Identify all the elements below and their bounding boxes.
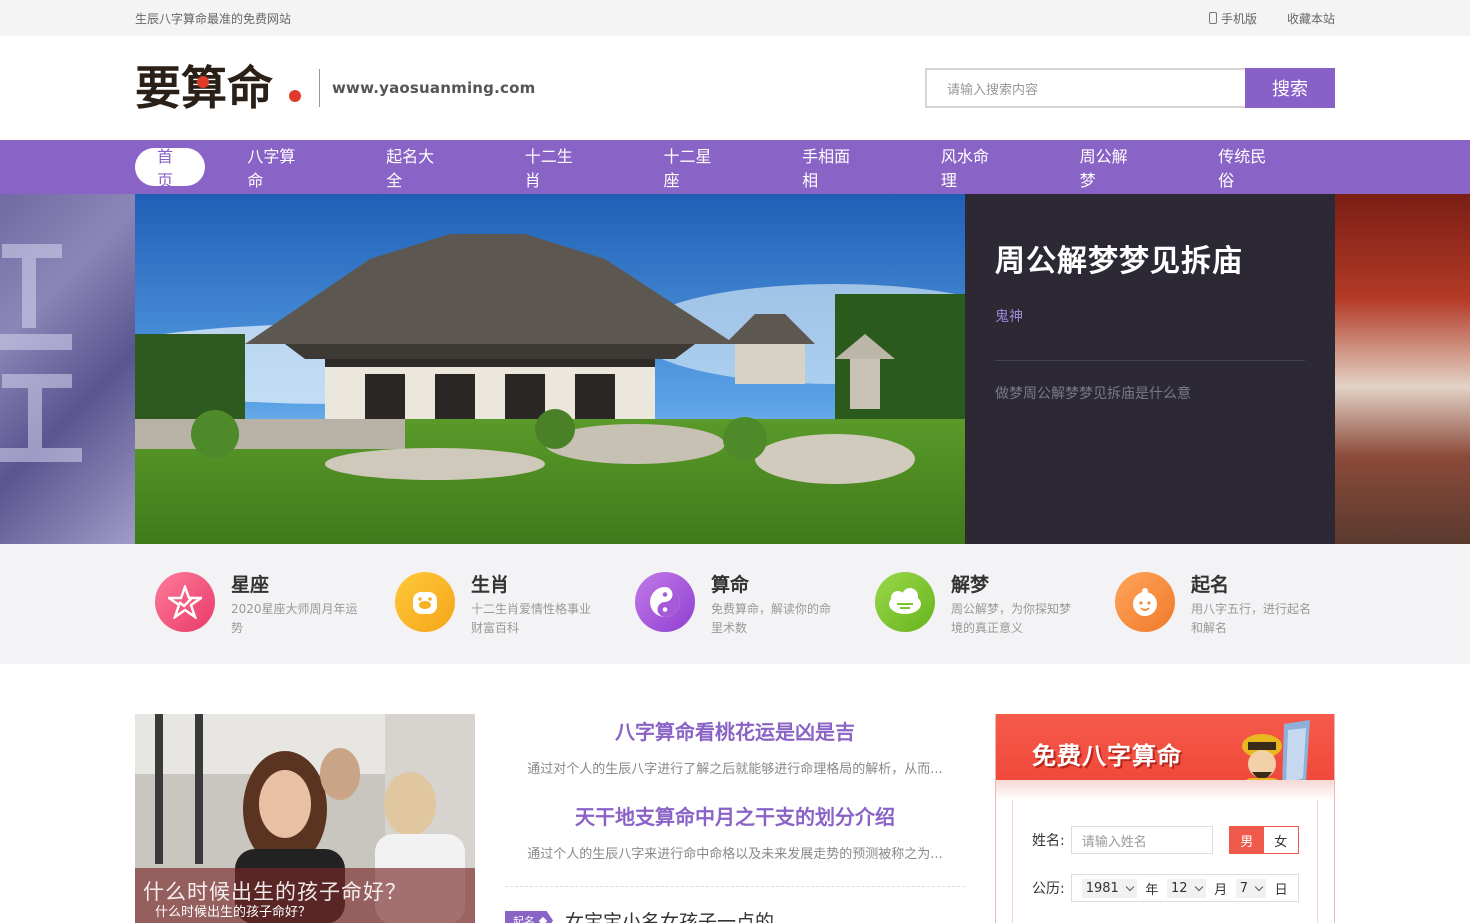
category-constellation[interactable]: 星座 2020星座大师周月年运势 <box>155 570 375 638</box>
banner-image[interactable] <box>135 194 965 544</box>
category-title: 算命 <box>711 574 750 596</box>
search-bar: 请输入搜索内容 搜索 <box>925 68 1335 108</box>
site-domain: www.yaosuanming.com <box>332 79 536 97</box>
article-list: 八字算命看桃花运是凶是吉 通过对个人的生辰八字进行了解之后就能够进行命理格局的解… <box>505 714 965 923</box>
svg-text:要算命: 要算命 <box>135 61 273 115</box>
category-desc: 2020星座大师周月年运势 <box>231 602 358 635</box>
category-title: 解梦 <box>951 574 990 596</box>
banner-author[interactable]: 鬼神 <box>995 306 1305 326</box>
day-unit: 日 <box>1274 882 1288 898</box>
nav-item-palmistry[interactable]: 手相面相 <box>780 147 877 190</box>
logo[interactable]: 要算命 www.yaosuanming.com <box>135 60 535 116</box>
year-unit: 年 <box>1145 882 1159 898</box>
star-icon <box>155 572 215 632</box>
chevron-down-icon <box>1194 882 1203 891</box>
feature-card[interactable]: 什么时候出生的孩子命好？ 什么时候出生的孩子命好？ <box>135 714 475 923</box>
logo-mark: 要算命 <box>135 61 301 115</box>
calligraphy-glyph-icon <box>0 244 82 462</box>
gender-toggle: 男 女 <box>1228 826 1299 854</box>
nav-item-bazi[interactable]: 八字算命 <box>225 147 322 190</box>
nav-item-home[interactable]: 首页 <box>135 147 206 190</box>
pig-icon <box>395 572 455 632</box>
year-select[interactable]: 1981 <box>1081 878 1137 898</box>
gender-male-button[interactable]: 男 <box>1229 827 1264 853</box>
article-item: 天干地支算命中月之干支的划分介绍 通过个人的生辰八字来进行命中命格以及未来发展走… <box>505 801 965 862</box>
day-select[interactable]: 7 <box>1235 878 1267 898</box>
banner-carousel: 周公解梦梦见拆庙 鬼神 做梦周公解梦梦见拆庙是什么意 <box>0 194 1470 544</box>
article-title[interactable]: 八字算命看桃花运是凶是吉 <box>505 716 965 745</box>
temple-photo <box>135 194 965 544</box>
yin-yang-icon <box>635 572 695 632</box>
nav-item-zodiac-animals[interactable]: 十二生肖 <box>503 147 600 190</box>
banner-divider <box>995 360 1305 361</box>
widget-header: 免费八字算命 <box>996 714 1334 808</box>
chevron-down-icon <box>1125 882 1135 891</box>
banner-info-panel: 周公解梦梦见拆庙 鬼神 做梦周公解梦梦见拆庙是什么意 <box>965 194 1335 544</box>
banner-description: 做梦周公解梦梦见拆庙是什么意 <box>995 386 1191 402</box>
widget-stripe <box>996 780 1334 800</box>
chevron-down-icon <box>1254 882 1264 891</box>
category-title: 起名 <box>1191 574 1230 596</box>
month-select[interactable]: 12 <box>1167 878 1206 898</box>
content-section: 什么时候出生的孩子命好？ 什么时候出生的孩子命好？ 八字算命看桃花运是凶是吉 通… <box>0 714 1470 923</box>
date-row: 公历: 1981 年 12 月 7 日 <box>1032 874 1299 902</box>
category-fortune[interactable]: 算命 免费算命，解读你的命里术数 <box>635 570 855 638</box>
name-row: 姓名: 请输入姓名 男 女 <box>1032 826 1299 854</box>
feature-caption[interactable]: 什么时候出生的孩子命好？ <box>155 901 311 920</box>
logo-divider <box>319 69 320 107</box>
category-title: 生肖 <box>471 574 510 596</box>
category-tag[interactable]: 起名 <box>505 910 553 923</box>
banner-prev-slide[interactable] <box>0 194 136 544</box>
banner-title[interactable]: 周公解梦梦见拆庙 <box>995 236 1305 280</box>
category-desc: 周公解梦，为你探知梦境的真正意义 <box>951 602 1072 635</box>
category-naming[interactable]: 起名 用八字五行，进行起名和解名 <box>1115 570 1335 638</box>
date-label: 公历: <box>1032 881 1065 897</box>
category-zodiac[interactable]: 生肖 十二生肖爱情性格事业财富百科 <box>395 570 615 638</box>
site-slogan: 生辰八字算命最准的免费网站 <box>135 11 292 26</box>
cloud-icon <box>875 572 935 632</box>
nav-item-naming[interactable]: 起名大全 <box>364 147 461 190</box>
month-unit: 月 <box>1214 882 1228 898</box>
article-desc: 通过对个人的生辰八字进行了解之后就能够进行命理格局的解析，从而... <box>527 762 943 777</box>
gender-female-button[interactable]: 女 <box>1263 827 1298 853</box>
main-nav: 首页 八字算命 起名大全 十二生肖 十二星座 手相面相 风水命理 周公解梦 传统… <box>0 140 1470 194</box>
date-picker: 1981 年 12 月 7 日 <box>1070 874 1299 902</box>
mobile-version-link[interactable]: 手机版 <box>1208 10 1257 27</box>
bookmark-link[interactable]: 收藏本站 <box>1287 10 1335 27</box>
article-desc: 通过个人的生辰八字来进行命中命格以及未来发展走势的预测被称之为... <box>527 847 943 862</box>
article-item: 八字算命看桃花运是凶是吉 通过对个人的生辰八字进行了解之后就能够进行命理格局的解… <box>505 716 965 777</box>
banner-next-slide[interactable] <box>1334 194 1470 544</box>
list-item-title[interactable]: 女宝宝小名女孩子一点的 <box>565 907 774 923</box>
baby-face-icon <box>1115 572 1175 632</box>
nav-item-folk-customs[interactable]: 传统民俗 <box>1196 147 1293 190</box>
list-item[interactable]: 起名 女宝宝小名女孩子一点的 <box>505 907 965 923</box>
nav-item-constellations[interactable]: 十二星座 <box>641 147 738 190</box>
name-input[interactable]: 请输入姓名 <box>1070 826 1213 854</box>
category-desc: 免费算命，解读你的命里术数 <box>711 602 832 635</box>
article-divider <box>505 886 965 887</box>
search-input[interactable]: 请输入搜索内容 <box>925 68 1245 108</box>
name-label: 姓名: <box>1032 833 1065 849</box>
category-bar: 星座 2020星座大师周月年运势 生肖 十二生肖爱情性格事业财富百科 算命 免费… <box>0 544 1470 664</box>
site-header: 要算命 www.yaosuanming.com 请输入搜索内容 搜索 <box>0 36 1470 140</box>
bazi-widget: 免费八字算命 姓名: 请输入姓名 男 女 公历: 1981 年 12 月 7 日 <box>995 714 1335 923</box>
nav-item-fengshui[interactable]: 风水命理 <box>919 147 1016 190</box>
category-desc: 十二生肖爱情性格事业财富百科 <box>471 602 592 635</box>
top-bar: 生辰八字算命最准的免费网站 手机版 收藏本站 <box>0 0 1470 36</box>
search-button[interactable]: 搜索 <box>1245 68 1335 108</box>
nav-item-dreams[interactable]: 周公解梦 <box>1058 147 1155 190</box>
category-title: 星座 <box>231 574 270 596</box>
category-desc: 用八字五行，进行起名和解名 <box>1191 602 1312 635</box>
phone-icon <box>1208 12 1217 24</box>
article-title[interactable]: 天干地支算命中月之干支的划分介绍 <box>505 801 965 830</box>
widget-title: 免费八字算命 <box>1032 742 1182 770</box>
category-dream[interactable]: 解梦 周公解梦，为你探知梦境的真正意义 <box>875 570 1095 638</box>
